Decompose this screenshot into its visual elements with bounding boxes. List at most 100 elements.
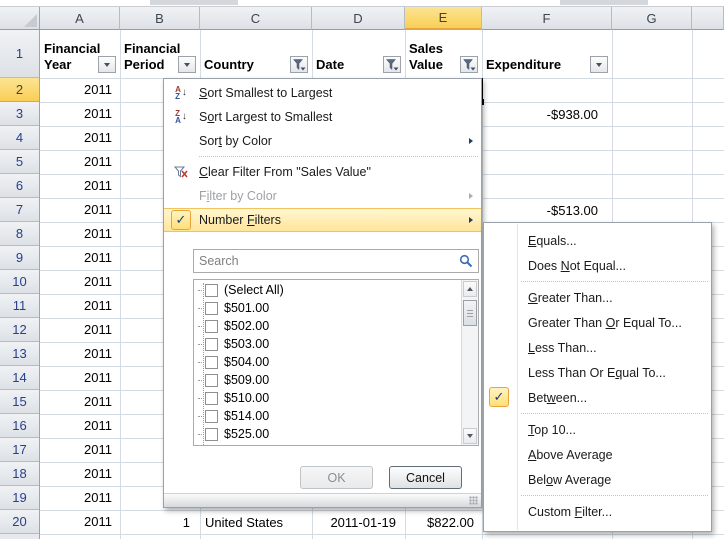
- submenu-item-below-average[interactable]: Below Average: [484, 467, 711, 492]
- row-header[interactable]: 20: [0, 510, 39, 534]
- row-headers[interactable]: 1234567891011121314151617181920: [0, 30, 40, 539]
- select-all-corner[interactable]: [0, 7, 40, 30]
- row-header[interactable]: 4: [0, 126, 39, 150]
- cell-financial-year[interactable]: 2011: [40, 342, 120, 366]
- menu-item-number-filters[interactable]: ✓ Number Filters: [164, 208, 481, 232]
- cell-financial-year[interactable]: 2011: [40, 126, 120, 150]
- cell-financial-year[interactable]: 2011: [40, 486, 120, 510]
- list-scrollbar[interactable]: [461, 280, 478, 445]
- checkbox[interactable]: [205, 284, 218, 297]
- row-header[interactable]: 3: [0, 102, 39, 126]
- menu-item-sort-largest[interactable]: ZA↓ Sort Largest to Smallest: [164, 105, 481, 129]
- filter-funnel-button-country[interactable]: [290, 56, 308, 73]
- menu-item-filter-by-color[interactable]: Filter by Color: [164, 184, 481, 208]
- checkbox[interactable]: [205, 356, 218, 369]
- scroll-down-button[interactable]: [463, 428, 477, 444]
- cell-financial-year[interactable]: 2011: [40, 102, 120, 126]
- filter-value-item-partial[interactable]: [194, 443, 461, 446]
- checkbox[interactable]: [205, 320, 218, 333]
- search-input[interactable]: [194, 253, 459, 269]
- filter-value-item[interactable]: (Select All): [194, 281, 461, 299]
- filter-value-item[interactable]: $509.00: [194, 371, 461, 389]
- filter-funnel-button-sales-value[interactable]: [460, 56, 478, 73]
- row-header[interactable]: 17: [0, 438, 39, 462]
- row-header[interactable]: 11: [0, 294, 39, 318]
- cell-financial-year[interactable]: 2011: [40, 366, 120, 390]
- submenu-item-top-10[interactable]: Top 10...: [484, 417, 711, 442]
- submenu-item-custom-filter[interactable]: Custom Filter...: [484, 499, 711, 524]
- row-header[interactable]: 18: [0, 462, 39, 486]
- cell-b20-financial-period[interactable]: 1: [120, 510, 196, 534]
- submenu-item-greater-than-or-equal[interactable]: Greater Than Or Equal To...: [484, 310, 711, 335]
- row-header[interactable]: 2: [0, 78, 39, 102]
- filter-value-item[interactable]: $510.00: [194, 389, 461, 407]
- column-header-g[interactable]: G: [612, 7, 692, 30]
- submenu-item-greater-than[interactable]: Greater Than...: [484, 285, 711, 310]
- column-header-e-selected[interactable]: E: [405, 7, 482, 30]
- menu-item-clear-filter[interactable]: Clear Filter From "Sales Value": [164, 160, 481, 184]
- cell-financial-year[interactable]: 2011: [40, 222, 120, 246]
- menu-item-sort-by-color[interactable]: Sort by Color: [164, 129, 481, 153]
- cell-financial-year[interactable]: 2011: [40, 390, 120, 414]
- row-header[interactable]: 8: [0, 222, 39, 246]
- ok-button[interactable]: OK: [300, 466, 373, 489]
- cancel-button[interactable]: Cancel: [389, 466, 462, 489]
- checkbox[interactable]: [205, 392, 218, 405]
- search-icon[interactable]: [459, 254, 473, 268]
- filter-value-item[interactable]: $502.00: [194, 317, 461, 335]
- menu-item-sort-smallest[interactable]: AZ↓ Sort Smallest to Largest: [164, 81, 481, 105]
- cell-financial-year[interactable]: 2011: [40, 318, 120, 342]
- row-header[interactable]: 14: [0, 366, 39, 390]
- checkbox[interactable]: [205, 446, 218, 447]
- row-header[interactable]: 13: [0, 342, 39, 366]
- row-header[interactable]: 6: [0, 174, 39, 198]
- filter-value-item[interactable]: $525.00: [194, 425, 461, 443]
- submenu-item-above-average[interactable]: Above Average: [484, 442, 711, 467]
- column-a-values[interactable]: 2011201120112011201120112011201120112011…: [40, 78, 120, 534]
- row-header[interactable]: 12: [0, 318, 39, 342]
- row-header[interactable]: 10: [0, 270, 39, 294]
- filter-value-item[interactable]: $503.00: [194, 335, 461, 353]
- cell-financial-year[interactable]: 2011: [40, 270, 120, 294]
- column-header-f[interactable]: F: [482, 7, 612, 30]
- checkbox[interactable]: [205, 338, 218, 351]
- scrollbar-thumb[interactable]: [463, 300, 477, 326]
- submenu-item-between[interactable]: ✓ Between...: [484, 385, 711, 410]
- filter-dropdown-button-financial-period[interactable]: [178, 56, 196, 73]
- filter-dropdown-button-expenditure[interactable]: [590, 56, 608, 73]
- cell-financial-year[interactable]: 2011: [40, 414, 120, 438]
- checkbox[interactable]: [205, 428, 218, 441]
- resize-grip-icon[interactable]: [469, 496, 478, 505]
- checkbox[interactable]: [205, 302, 218, 315]
- row-header[interactable]: 5: [0, 150, 39, 174]
- column-header-d[interactable]: D: [312, 7, 405, 30]
- column-header-b[interactable]: B: [120, 7, 200, 30]
- row-header[interactable]: 1: [0, 30, 39, 78]
- scroll-up-button[interactable]: [463, 281, 477, 297]
- filter-value-item[interactable]: $504.00: [194, 353, 461, 371]
- submenu-item-does-not-equal[interactable]: Does Not Equal...: [484, 253, 711, 278]
- cell-e20-sales-value[interactable]: $822.00: [405, 510, 478, 534]
- checkbox[interactable]: [205, 410, 218, 423]
- column-header-a[interactable]: A: [40, 7, 120, 30]
- cell-financial-year[interactable]: 2011: [40, 510, 120, 534]
- filter-value-item[interactable]: $501.00: [194, 299, 461, 317]
- row-header[interactable]: 19: [0, 486, 39, 510]
- cell-financial-year[interactable]: 2011: [40, 462, 120, 486]
- filter-value-item[interactable]: $514.00: [194, 407, 461, 425]
- cell-d20-date[interactable]: 2011-01-19: [312, 510, 401, 534]
- row-header[interactable]: 7: [0, 198, 39, 222]
- filter-funnel-button-date[interactable]: [383, 56, 401, 73]
- row-header[interactable]: 9: [0, 246, 39, 270]
- cell-f7-expenditure[interactable]: -$513.00: [482, 198, 606, 222]
- column-header-c[interactable]: C: [200, 7, 312, 30]
- row-header[interactable]: 16: [0, 414, 39, 438]
- cell-financial-year[interactable]: 2011: [40, 294, 120, 318]
- cell-financial-year[interactable]: 2011: [40, 78, 120, 102]
- cell-financial-year[interactable]: 2011: [40, 438, 120, 462]
- submenu-item-less-than-or-equal[interactable]: Less Than Or Equal To...: [484, 360, 711, 385]
- cell-c20-country[interactable]: United States: [200, 510, 310, 534]
- cell-f3-expenditure[interactable]: -$938.00: [482, 102, 606, 126]
- submenu-item-equals[interactable]: Equals...: [484, 228, 711, 253]
- cell-financial-year[interactable]: 2011: [40, 246, 120, 270]
